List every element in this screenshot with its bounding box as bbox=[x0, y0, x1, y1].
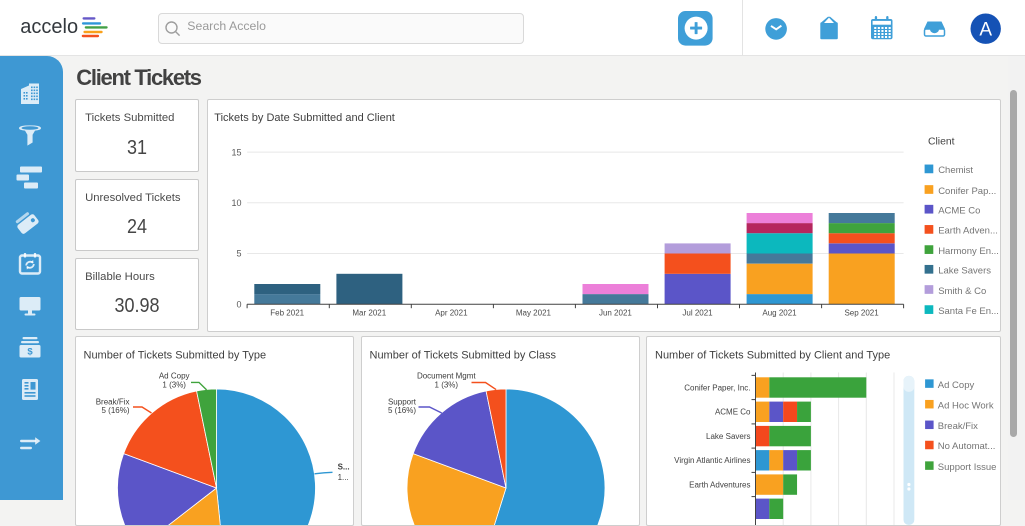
svg-text:Lake Savers: Lake Savers bbox=[706, 431, 750, 440]
svg-text:Santa Fe En...: Santa Fe En... bbox=[938, 305, 999, 316]
svg-text:10: 10 bbox=[231, 198, 241, 208]
svg-text:Earth Adventures: Earth Adventures bbox=[689, 480, 750, 489]
svg-text:Harmony En...: Harmony En... bbox=[938, 245, 999, 256]
svg-text:No Automat...: No Automat... bbox=[938, 441, 996, 452]
svg-text:1 (3%): 1 (3%) bbox=[162, 380, 186, 389]
svg-text:Conifer Pap...: Conifer Pap... bbox=[938, 185, 996, 196]
svg-text:Number of Tickets Submitted by: Number of Tickets Submitted by Client an… bbox=[655, 349, 890, 361]
svg-text:5: 5 bbox=[236, 248, 241, 258]
svg-text:Earth Adven...: Earth Adven... bbox=[938, 225, 998, 236]
svg-text:Jun 2021: Jun 2021 bbox=[598, 308, 631, 317]
svg-text:Client: Client bbox=[928, 136, 955, 147]
svg-text:Ad Copy: Ad Copy bbox=[159, 371, 190, 380]
svg-text:S...: S... bbox=[338, 462, 350, 471]
svg-text:ACME Co: ACME Co bbox=[715, 407, 751, 416]
svg-text:1 (3%): 1 (3%) bbox=[434, 380, 458, 389]
svg-text:Smith & Co: Smith & Co bbox=[938, 285, 986, 296]
svg-text:1...: 1... bbox=[338, 472, 349, 481]
svg-text:Aug 2021: Aug 2021 bbox=[762, 308, 797, 317]
svg-text:May 2021: May 2021 bbox=[515, 308, 551, 317]
svg-text:ACME Co: ACME Co bbox=[938, 205, 980, 216]
svg-text:Support Issue: Support Issue bbox=[938, 461, 997, 472]
svg-text:Jul 2021: Jul 2021 bbox=[682, 308, 713, 317]
svg-text:Sep 2021: Sep 2021 bbox=[844, 308, 879, 317]
svg-text:5 (16%): 5 (16%) bbox=[387, 406, 415, 415]
svg-text:Tickets by Date Submitted and: Tickets by Date Submitted and Client bbox=[214, 112, 395, 124]
svg-text:Chemist: Chemist bbox=[938, 165, 973, 176]
svg-text:Virgin Atlantic Airlines: Virgin Atlantic Airlines bbox=[674, 456, 750, 465]
svg-text:15: 15 bbox=[231, 147, 241, 157]
svg-text:Lake Savers: Lake Savers bbox=[938, 265, 991, 276]
svg-text:Ad Copy: Ad Copy bbox=[938, 379, 975, 390]
svg-text:Mar 2021: Mar 2021 bbox=[352, 308, 386, 317]
svg-text:0: 0 bbox=[236, 299, 241, 309]
svg-text:Break/Fix: Break/Fix bbox=[938, 421, 978, 432]
svg-text:Apr 2021: Apr 2021 bbox=[435, 308, 468, 317]
svg-text:Number of Tickets Submitted by: Number of Tickets Submitted by Type bbox=[84, 349, 267, 361]
svg-text:Document Mgmt: Document Mgmt bbox=[416, 371, 475, 380]
svg-text:A: A bbox=[979, 19, 992, 40]
svg-text:Conifer Paper, Inc.: Conifer Paper, Inc. bbox=[684, 383, 750, 392]
svg-text:$: $ bbox=[27, 347, 33, 358]
svg-text:Number of Tickets Submitted by: Number of Tickets Submitted by Class bbox=[369, 349, 556, 361]
svg-text:Ad Hoc Work: Ad Hoc Work bbox=[938, 400, 994, 411]
svg-text:Feb 2021: Feb 2021 bbox=[270, 308, 304, 317]
svg-text:5 (16%): 5 (16%) bbox=[101, 406, 129, 415]
